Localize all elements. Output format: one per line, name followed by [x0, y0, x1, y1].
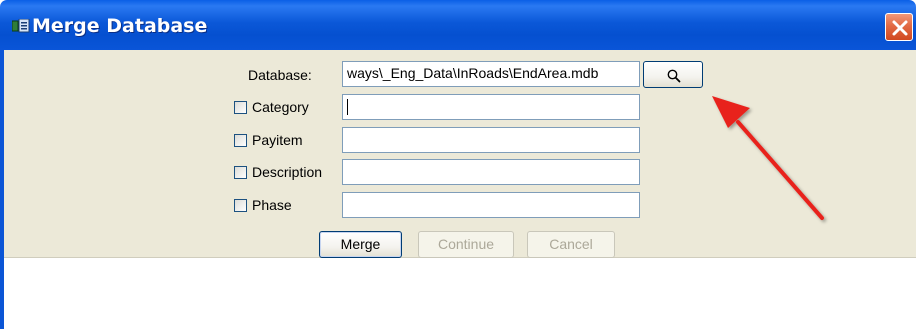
arrow-head: [712, 96, 750, 128]
category-label: Category: [252, 99, 309, 115]
browse-button[interactable]: [643, 61, 703, 88]
category-input[interactable]: [342, 94, 640, 120]
payitem-checkbox[interactable]: [234, 134, 247, 147]
payitem-label: Payitem: [252, 132, 303, 148]
phase-input[interactable]: [342, 192, 640, 218]
category-checkbox[interactable]: [234, 101, 247, 114]
database-label: Database:: [248, 67, 312, 83]
phase-checkbox[interactable]: [234, 199, 247, 212]
continue-button[interactable]: Continue: [418, 231, 514, 258]
text-cursor: [347, 99, 348, 115]
cancel-button[interactable]: Cancel: [527, 231, 615, 258]
database-path-field[interactable]: ways\_Eng_Data\InRoads\EndArea.mdb: [342, 61, 640, 87]
close-button[interactable]: [885, 13, 913, 41]
app-icon: [11, 18, 30, 33]
payitem-input[interactable]: [342, 127, 640, 153]
description-label: Description: [252, 164, 323, 180]
results-area: [4, 258, 916, 329]
title-bar[interactable]: Merge Database: [0, 0, 916, 50]
window-title: Merge Database: [32, 15, 208, 37]
arrow-shaft: [736, 120, 824, 220]
description-input[interactable]: [342, 159, 640, 185]
merge-database-window: Merge Database Database: ways\_Eng_Data\…: [0, 0, 916, 329]
close-icon: [892, 20, 908, 36]
annotation-arrow: [712, 96, 824, 220]
phase-label: Phase: [252, 197, 292, 213]
merge-button[interactable]: Merge: [319, 231, 402, 258]
search-icon: [667, 69, 681, 83]
description-checkbox[interactable]: [234, 166, 247, 179]
